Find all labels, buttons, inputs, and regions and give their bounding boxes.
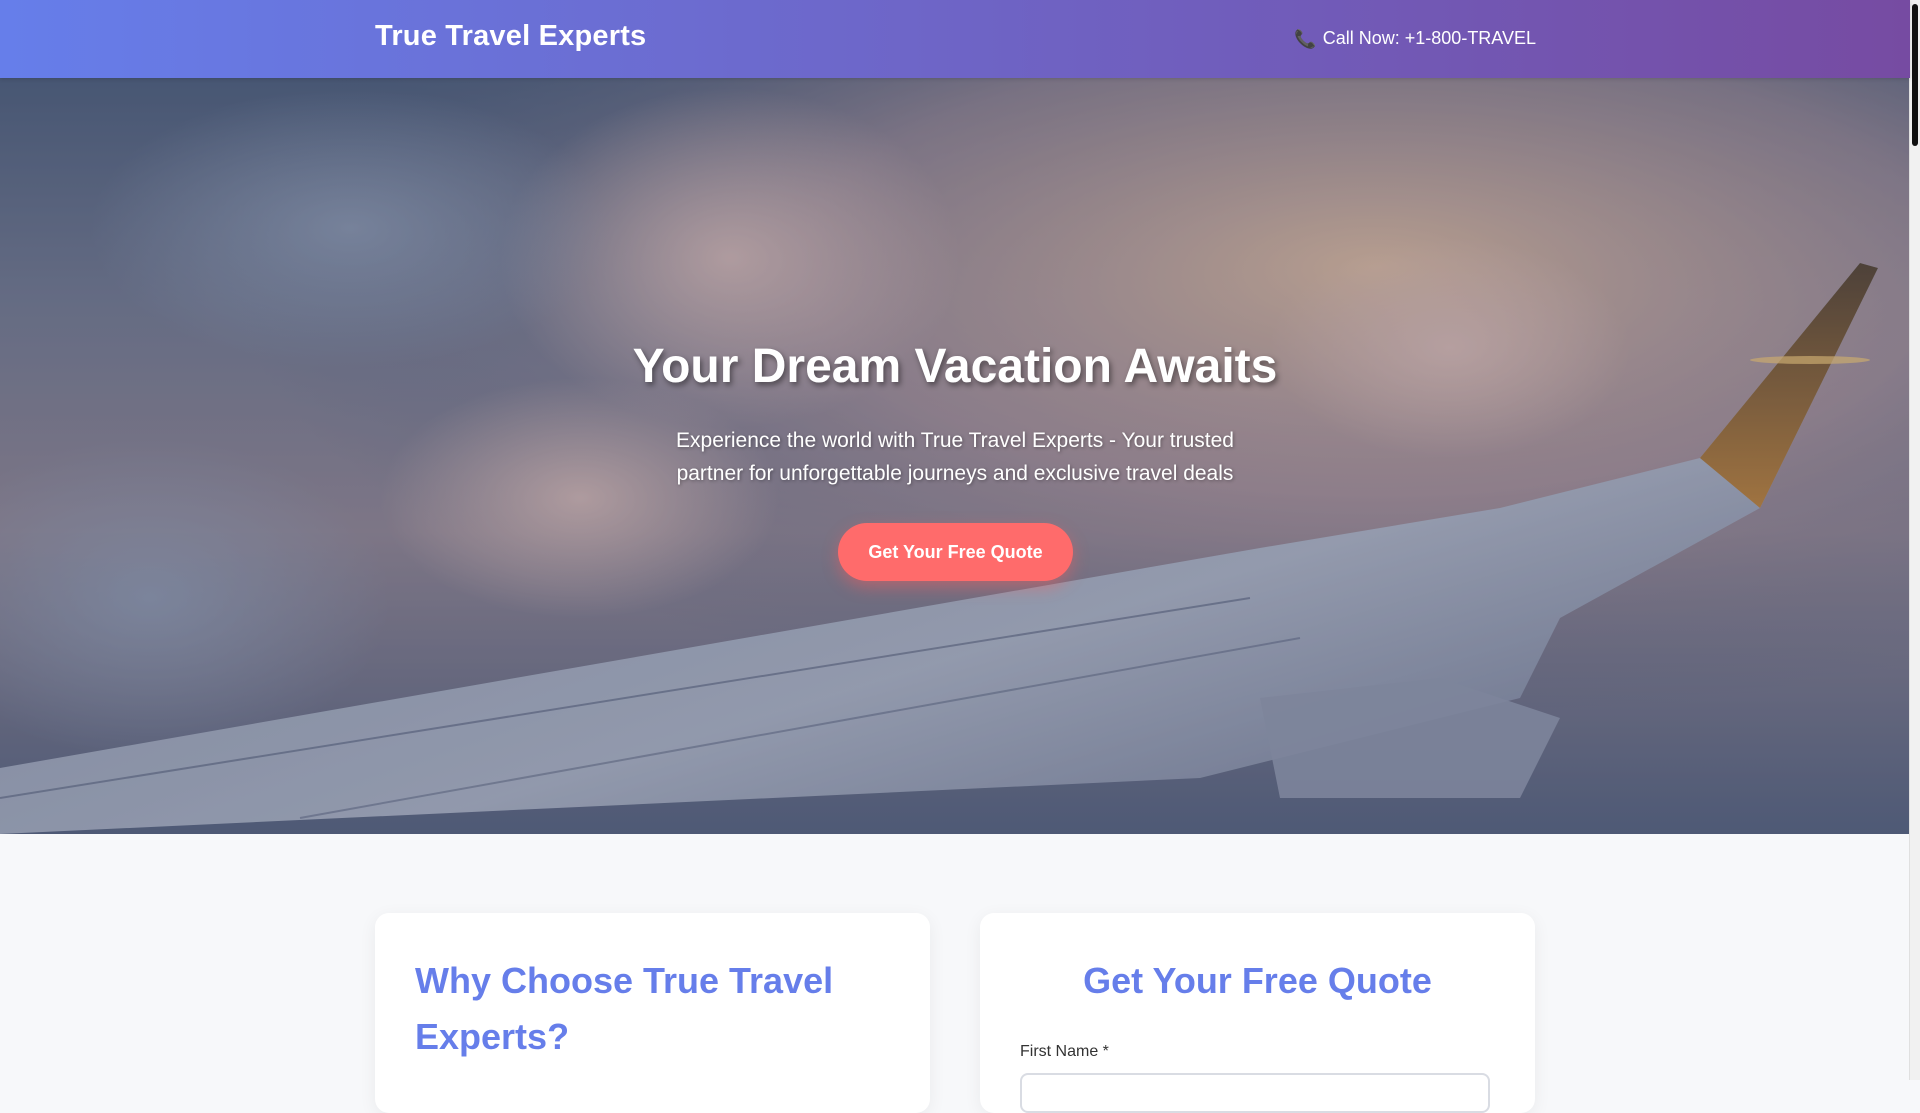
page-scrollbar[interactable] <box>1909 0 1920 1080</box>
quote-form-title: Get Your Free Quote <box>1083 960 1432 1001</box>
why-choose-title: Why Choose True Travel Experts? <box>415 960 834 1057</box>
first-name-label: First Name * <box>1020 1043 1109 1060</box>
phone-icon: 📞 <box>1294 28 1317 49</box>
scrollbar-thumb[interactable] <box>1912 4 1918 146</box>
call-now-link[interactable]: 📞 Call Now: +1-800-TRAVEL <box>1294 28 1536 49</box>
site-logo[interactable]: True Travel Experts <box>375 20 646 53</box>
hero-section: Your Dream Vacation Awaits Experience th… <box>0 78 1910 834</box>
why-choose-card: Why Choose True Travel Experts? <box>375 913 930 1113</box>
site-header: True Travel Experts 📞 Call Now: +1-800-T… <box>0 0 1910 78</box>
call-now-label: Call Now: +1-800-TRAVEL <box>1322 28 1536 48</box>
get-free-quote-button[interactable]: Get Your Free Quote <box>838 523 1073 581</box>
quote-form-card: Get Your Free Quote First Name * <box>980 913 1535 1113</box>
first-name-input[interactable] <box>1020 1073 1490 1113</box>
hero-content: Your Dream Vacation Awaits Experience th… <box>0 78 1910 834</box>
hero-title: Your Dream Vacation Awaits <box>632 340 1278 393</box>
hero-subtitle: Experience the world with True Travel Ex… <box>676 429 1234 485</box>
